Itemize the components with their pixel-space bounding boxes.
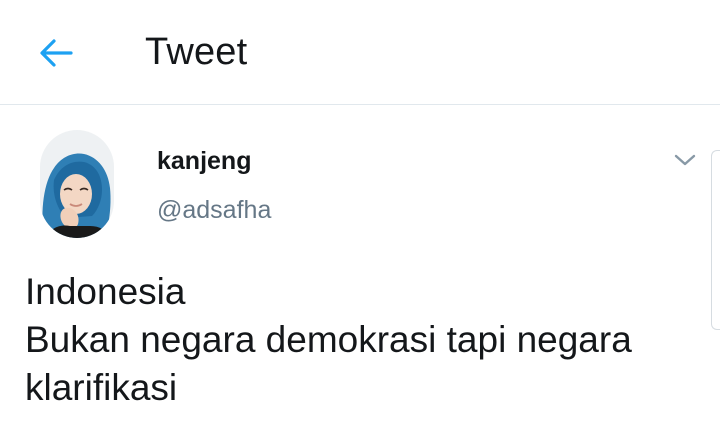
- avatar[interactable]: [40, 130, 114, 238]
- author-handle[interactable]: @adsafha: [157, 195, 271, 225]
- adjacent-panel-edge: [711, 150, 720, 330]
- top-app-bar: Tweet: [0, 0, 720, 105]
- tweet-text: Indonesia Bukan negara demokrasi tapi ne…: [25, 268, 705, 412]
- back-button[interactable]: [30, 27, 82, 79]
- tweet-text-line: Bukan negara demokrasi tapi negara: [25, 319, 632, 360]
- page-title: Tweet: [145, 31, 248, 73]
- tweet-detail-screen: Tweet kanjeng @adsafha Indonesia Bukan n…: [0, 0, 720, 426]
- tweet-text-line: klarifikasi: [25, 367, 178, 408]
- chevron-down-icon: [674, 154, 696, 166]
- tweet-text-line: Indonesia: [25, 271, 186, 312]
- arrow-left-icon: [40, 39, 73, 67]
- author-display-name[interactable]: kanjeng: [157, 146, 251, 176]
- tweet-menu-button[interactable]: [670, 146, 700, 174]
